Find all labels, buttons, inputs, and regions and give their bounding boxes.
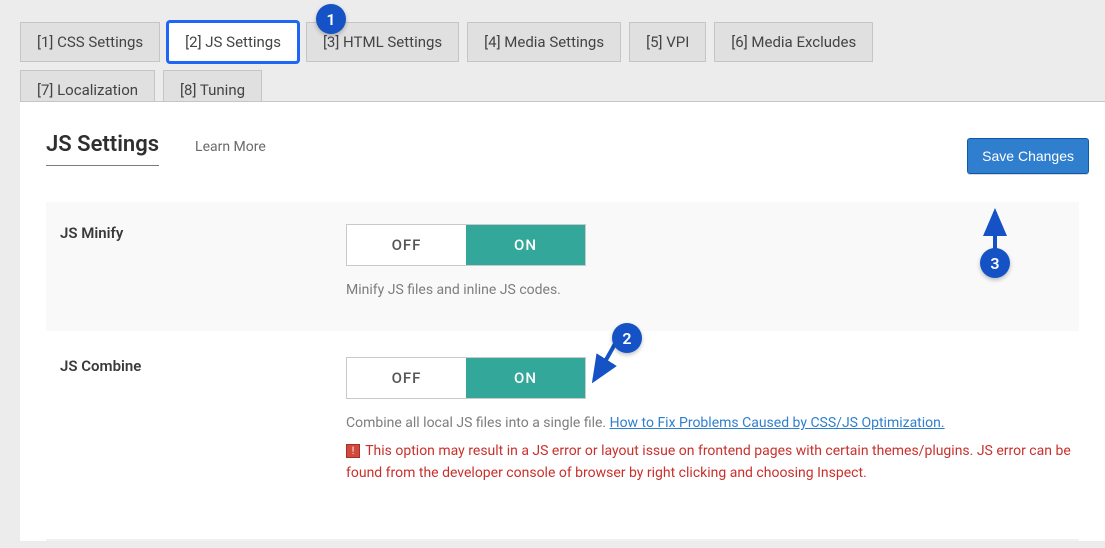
learn-more-link[interactable]: Learn More xyxy=(195,139,266,155)
field-label-combine: JS Combine xyxy=(46,357,346,375)
toggle-js-minify: OFF ON xyxy=(346,224,586,266)
toggle-off[interactable]: OFF xyxy=(347,225,466,265)
toggle-on[interactable]: ON xyxy=(466,225,585,265)
help-link-combine[interactable]: How to Fix Problems Caused by CSS/JS Opt… xyxy=(610,415,945,431)
field-js-minify: JS Minify OFF ON Minify JS files and inl… xyxy=(46,202,1079,331)
settings-panel: JS Settings Learn More Save Changes JS M… xyxy=(20,101,1105,541)
tab-css-settings[interactable]: [1] CSS Settings xyxy=(20,22,160,62)
toggle-on[interactable]: ON xyxy=(466,358,585,398)
divider xyxy=(46,539,1079,541)
field-desc-combine: Combine all local JS files into a single… xyxy=(346,413,1079,434)
tab-js-settings[interactable]: [2] JS Settings xyxy=(168,22,298,62)
tabs-row-1: [1] CSS Settings [2] JS Settings [3] HTM… xyxy=(20,22,1105,62)
field-desc-minify: Minify JS files and inline JS codes. xyxy=(346,280,1079,301)
tab-vpi[interactable]: [5] VPI xyxy=(629,22,706,62)
marker-1: 1 xyxy=(316,4,346,34)
field-warn-combine: ! This option may result in a JS error o… xyxy=(346,440,1079,485)
toggle-off[interactable]: OFF xyxy=(347,358,466,398)
tab-media-settings[interactable]: [4] Media Settings xyxy=(467,22,621,62)
field-js-combine: JS Combine OFF ON Combine all local JS f… xyxy=(46,331,1079,515)
toggle-js-combine: OFF ON xyxy=(346,357,586,399)
tab-media-excludes[interactable]: [6] Media Excludes xyxy=(714,22,873,62)
save-button[interactable]: Save Changes xyxy=(967,138,1089,174)
section-title: JS Settings xyxy=(46,132,159,166)
marker-2: 2 xyxy=(612,323,642,353)
warning-icon: ! xyxy=(346,444,360,458)
field-label-minify: JS Minify xyxy=(46,224,346,242)
marker-3: 3 xyxy=(980,248,1010,278)
